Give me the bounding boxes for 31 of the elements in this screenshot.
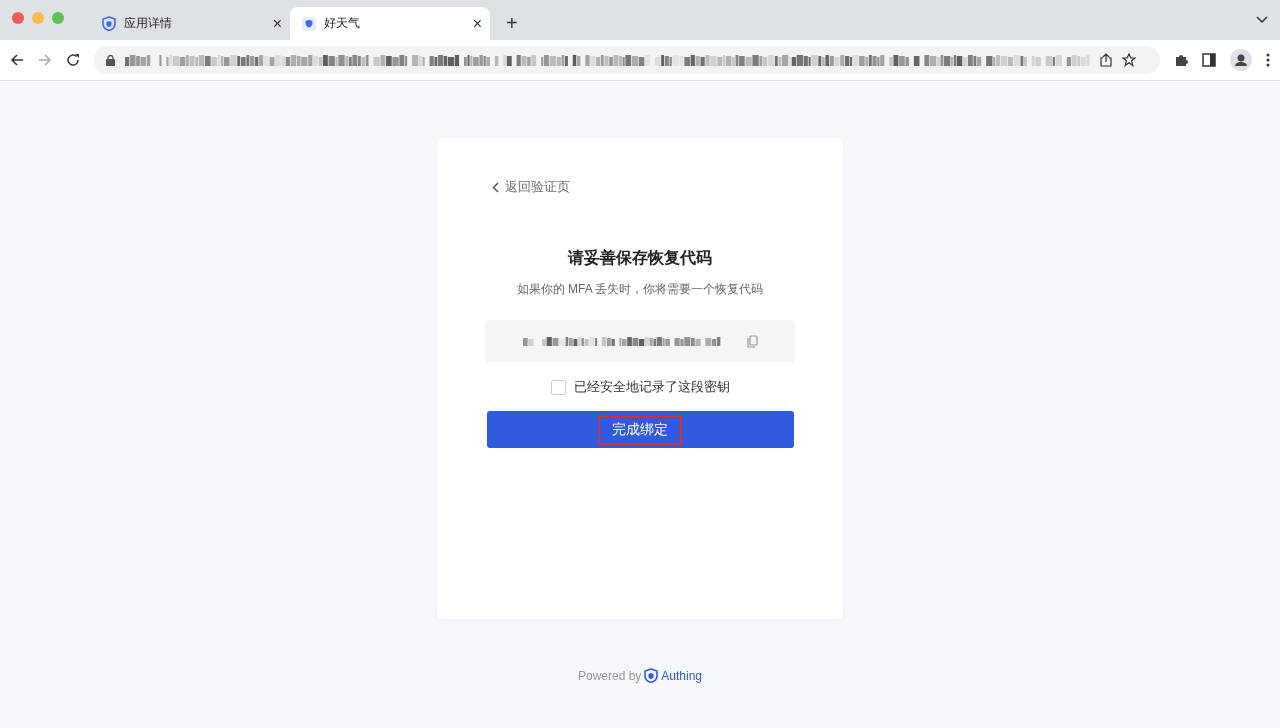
- chevron-left-icon: [492, 181, 499, 193]
- page-title: 请妥善保存恢复代码: [568, 248, 712, 268]
- close-tab-button[interactable]: ×: [272, 14, 282, 33]
- reload-icon[interactable]: [66, 53, 80, 67]
- address-bar[interactable]: [94, 46, 1160, 74]
- browser-tab[interactable]: 好天气 ×: [290, 7, 490, 40]
- browser-tab[interactable]: 应用详情 ×: [90, 7, 290, 40]
- favicon-icon: [302, 16, 316, 31]
- back-link[interactable]: 返回验证页: [492, 178, 570, 196]
- complete-binding-button[interactable]: 完成绑定: [486, 411, 794, 448]
- close-window-button[interactable]: [12, 12, 24, 24]
- checkbox-label: 已经安全地记录了这段密钥: [573, 378, 730, 396]
- close-tab-button[interactable]: ×: [472, 14, 482, 33]
- side-panel-icon[interactable]: [1202, 53, 1216, 67]
- new-tab-button[interactable]: +: [500, 11, 524, 36]
- shield-logo-icon: [644, 668, 659, 683]
- powered-by-text: Powered by: [577, 668, 642, 683]
- star-icon[interactable]: [1122, 53, 1136, 67]
- profile-icon[interactable]: [1230, 49, 1252, 71]
- lock-icon: [106, 54, 115, 66]
- share-icon[interactable]: [1100, 53, 1112, 67]
- shield-icon: [102, 16, 116, 31]
- menu-icon[interactable]: [1266, 53, 1270, 67]
- subtitle: 如果你的 MFA 丢失时，你将需要一个恢复代码: [516, 281, 764, 298]
- tab-title: 应用详情: [124, 15, 173, 32]
- brand-link[interactable]: Authing: [661, 668, 703, 683]
- back-icon[interactable]: [10, 53, 24, 67]
- tab-title: 好天气: [324, 15, 361, 32]
- checkbox[interactable]: [550, 379, 566, 395]
- puzzle-icon[interactable]: [1174, 53, 1188, 67]
- chevron-down-icon[interactable]: [1256, 16, 1268, 24]
